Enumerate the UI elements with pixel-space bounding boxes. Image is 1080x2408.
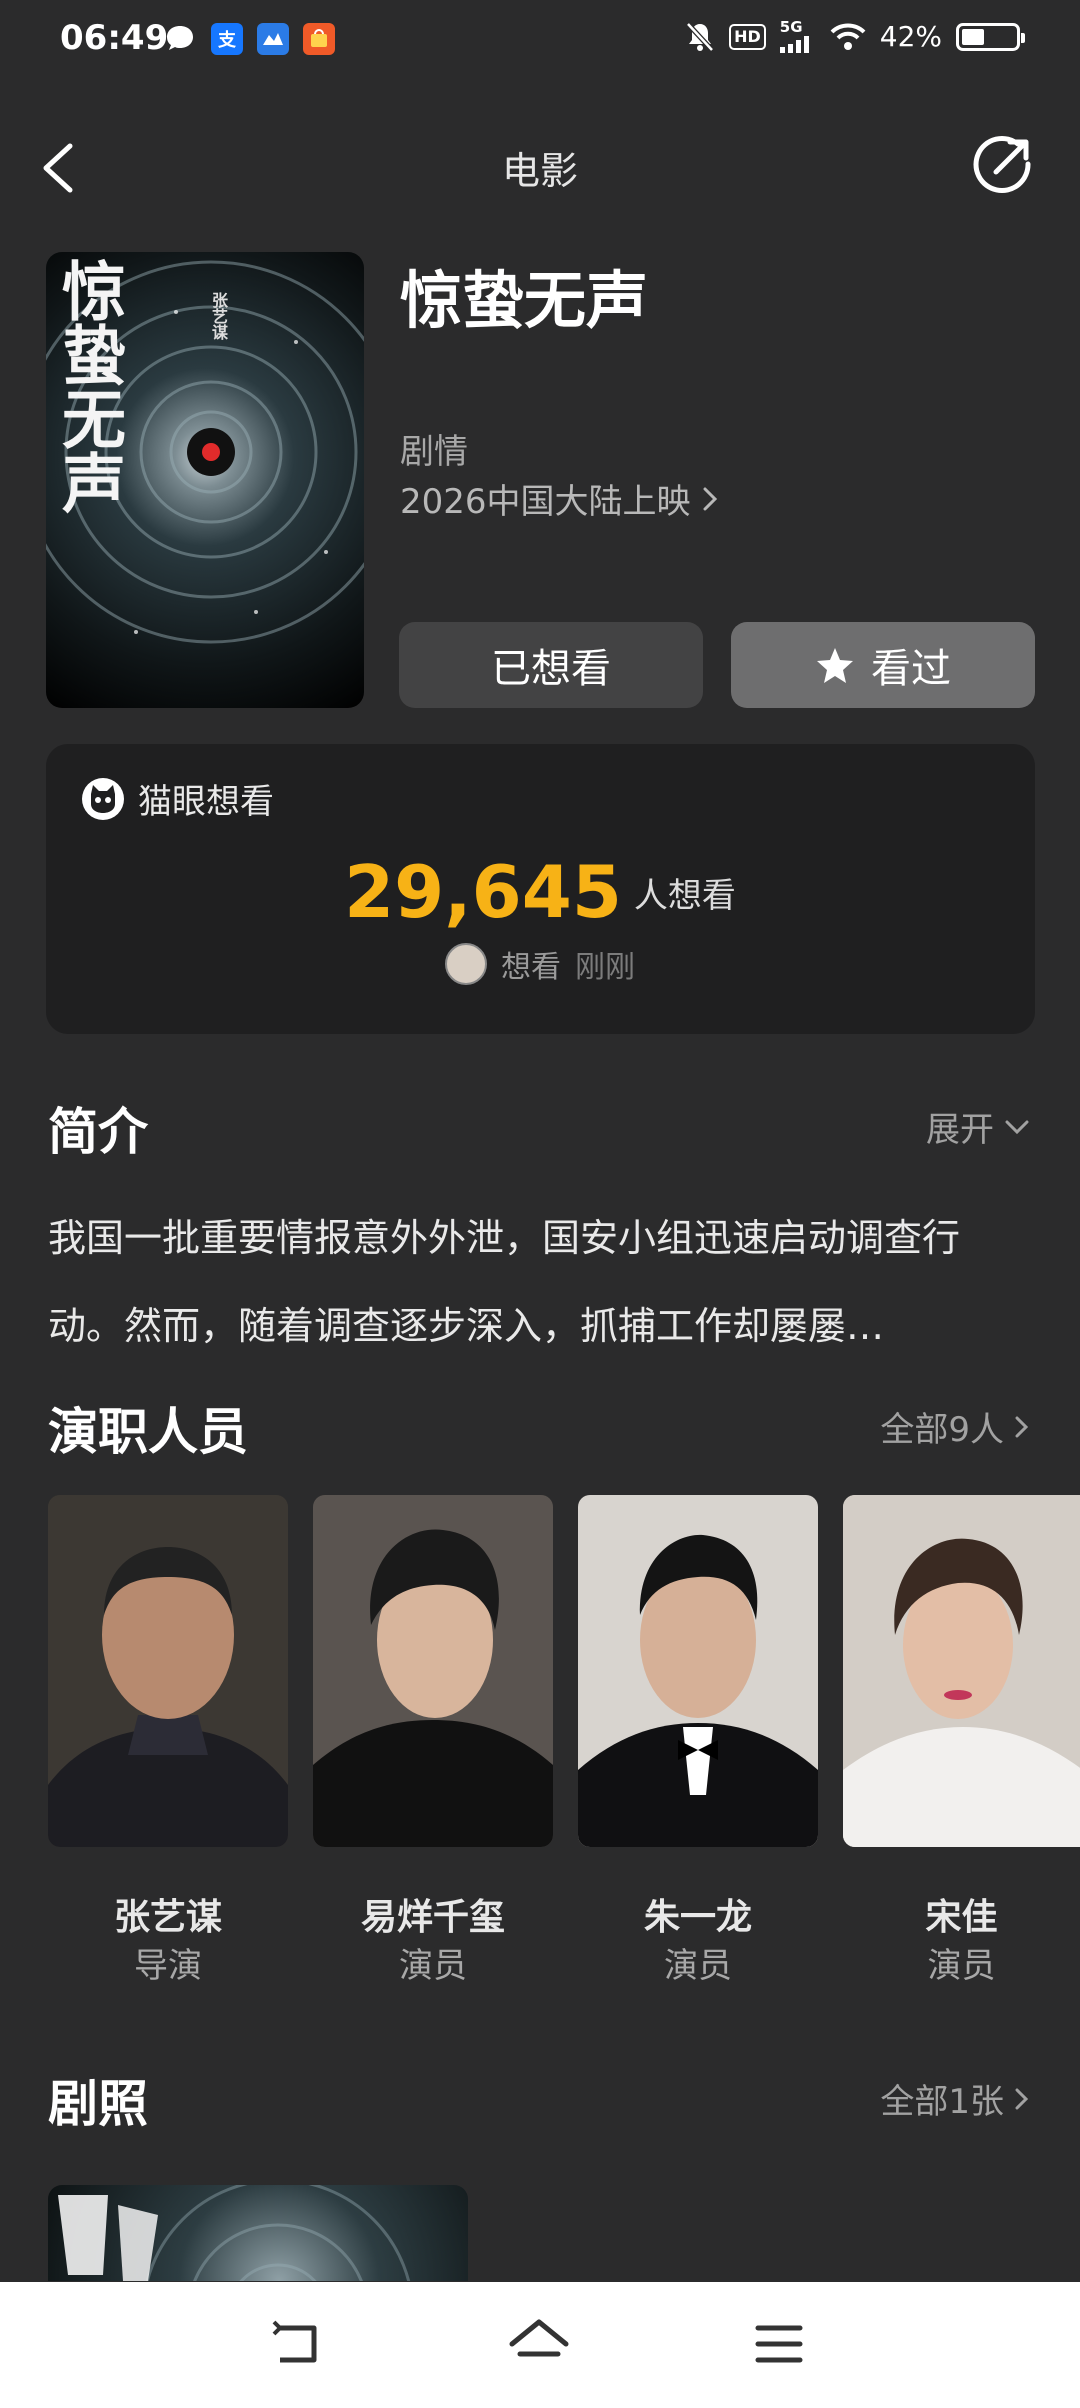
chevron-down-icon — [1005, 1120, 1029, 1134]
all-cast-link[interactable]: 全部9人 — [880, 1402, 1030, 1451]
all-cast-label: 全部9人 — [880, 1410, 1004, 1450]
status-time: 06:49 — [60, 18, 169, 58]
cast-photo-3[interactable] — [843, 1495, 1080, 1847]
cast-name-0: 张艺谋 — [113, 1897, 222, 1938]
menu-icon — [755, 2325, 803, 2363]
synopsis-title: 简介 — [48, 1103, 148, 1161]
person-avatar-icon — [48, 1495, 288, 1847]
watched-label: 看过 — [871, 646, 951, 692]
avatar — [445, 943, 487, 985]
synopsis-text: 我国一批重要情报意外外泄，国安小组迅速启动调查行动。然而，随着调查逐步深入，抓捕… — [48, 1216, 961, 1348]
bell-muted-icon — [686, 21, 714, 52]
star-icon — [817, 648, 853, 683]
still-art — [58, 2185, 411, 2281]
chevron-right-icon — [1015, 2088, 1029, 2109]
poster-title-text: 惊蛰无声 — [51, 258, 126, 514]
signal-bars-icon — [779, 36, 809, 53]
page-title: 电影 — [501, 149, 578, 193]
return-icon — [272, 2320, 317, 2363]
home-nav-button[interactable] — [508, 2318, 570, 2374]
release-info-link[interactable]: 2026中国大陆上映 — [400, 474, 719, 523]
maoyan-label-text: 猫眼想看 — [138, 782, 274, 822]
movie-poster[interactable]: 惊蛰无声 张艺谋 — [46, 252, 364, 708]
movie-genre: 剧情 — [400, 432, 468, 472]
all-stills-label: 全部1张 — [880, 2082, 1004, 2122]
cast-title: 演职人员 — [48, 1403, 248, 1461]
person-avatar-icon — [843, 1495, 1080, 1847]
map-app-icon — [257, 23, 289, 55]
chevron-right-icon — [1015, 1416, 1029, 1437]
recent-want-row: 想看 刚刚 — [0, 942, 1080, 986]
person-avatar-icon — [313, 1495, 553, 1847]
status-system-icons: HD 5G 42% — [685, 18, 1025, 53]
wifi-icon — [830, 23, 866, 50]
cast-name-2: 朱一龙 — [643, 1897, 752, 1938]
watched-button[interactable]: 看过 — [731, 622, 1035, 708]
still-image[interactable] — [48, 2185, 468, 2281]
cast-role-3: 演员 — [927, 1946, 996, 1986]
recent-time: 刚刚 — [575, 950, 635, 985]
movie-title: 惊蛰无声 — [400, 264, 649, 337]
cast-name-1: 易烊千玺 — [360, 1897, 505, 1938]
cast-photo-2[interactable] — [578, 1495, 818, 1847]
wanted-button[interactable]: 已想看 — [399, 622, 703, 708]
system-nav-bar — [0, 2282, 1080, 2408]
cat-logo-icon — [82, 777, 124, 820]
share-icon — [973, 136, 1031, 193]
all-stills-link[interactable]: 全部1张 — [880, 2074, 1030, 2123]
cast-photo-1[interactable] — [313, 1495, 553, 1847]
alipay-app-icon: 支 — [211, 23, 243, 55]
cast-photo-0[interactable] — [48, 1495, 288, 1847]
cast-role-2: 演员 — [664, 1946, 732, 1986]
cast-role-0: 导演 — [134, 1946, 202, 1986]
battery-percent: 42% — [879, 20, 942, 53]
want-count-row: 29,645 人想看 — [0, 850, 1080, 934]
chevron-right-icon — [703, 487, 717, 510]
status-notification-icons: 支 — [163, 22, 335, 56]
want-count: 29,645 — [344, 850, 622, 934]
expand-button[interactable]: 展开 — [926, 1102, 1030, 1151]
share-button[interactable] — [972, 134, 1036, 198]
expand-label: 展开 — [926, 1110, 994, 1150]
menu-nav-button[interactable] — [754, 2322, 804, 2370]
wanted-label: 已想看 — [491, 646, 611, 692]
recent-action: 想看 — [501, 950, 561, 985]
home-icon — [509, 2319, 569, 2357]
shopping-app-icon — [303, 23, 335, 55]
battery-icon — [956, 22, 1025, 51]
cellular-signal: 5G — [779, 18, 816, 53]
release-info: 2026中国大陆上映 — [400, 482, 691, 522]
chat-bubble-icon — [167, 26, 193, 50]
poster-credit: 张艺谋 — [209, 292, 228, 340]
person-avatar-icon — [578, 1495, 818, 1847]
battery-level — [962, 28, 984, 45]
back-nav-button[interactable] — [270, 2320, 326, 2372]
network-type: 5G — [779, 18, 803, 36]
maoyan-label: 猫眼想看 — [80, 774, 274, 823]
cast-role-1: 演员 — [399, 1946, 467, 1986]
hd-badge: HD — [729, 23, 766, 50]
cast-name-3: 宋佳 — [925, 1897, 998, 1938]
stills-title: 剧照 — [48, 2075, 148, 2133]
want-count-unit: 人想看 — [633, 875, 736, 916]
